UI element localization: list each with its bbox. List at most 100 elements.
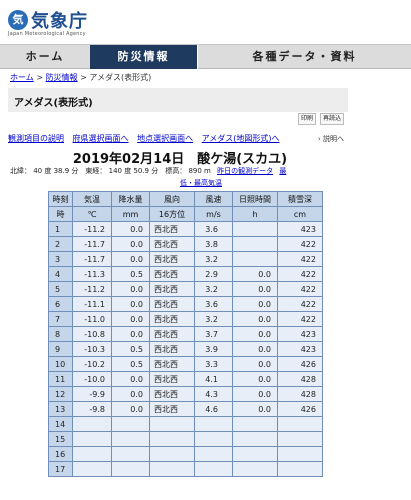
station-coordinates: 北緯： 40 度 38.9 分 東経： 140 度 50.9 分 標高： 890… (10, 167, 211, 175)
cell-temperature: -10.8 (72, 326, 112, 342)
cell-snow-depth: 428 (277, 371, 323, 387)
cell-precipitation: 0.0 (111, 281, 150, 297)
table-unit-row: 時 ℃ mm 16方位 m/s h cm (48, 206, 323, 222)
cell-precipitation: 0.5 (111, 266, 150, 282)
cell-temperature: -10.0 (72, 371, 112, 387)
cell-wind-direction: 西北西 (149, 221, 195, 237)
cell-snow-depth: 422 (277, 236, 323, 252)
nav-bosai[interactable]: 防災情報 (90, 45, 197, 69)
cell-wind-direction: 西北西 (149, 326, 195, 342)
cell-precipitation: 0.5 (111, 341, 150, 357)
station-info: 北緯： 40 度 38.9 分 東経： 140 度 50.9 分 標高： 890… (10, 166, 286, 176)
cell-time: 6 (48, 296, 73, 312)
cell-snow-depth: 423 (277, 326, 323, 342)
cell-temperature: -11.2 (72, 281, 112, 297)
nav-home[interactable]: ホーム (0, 45, 90, 69)
reload-button[interactable]: 再読込 (320, 113, 344, 125)
breadcrumb-separator: > (80, 73, 87, 82)
cell-temperature (72, 416, 112, 432)
unit-time: 時 (48, 206, 73, 222)
cell-wind-speed (194, 431, 233, 447)
cell-precipitation (111, 446, 150, 462)
help-link[interactable]: › 説明へ (318, 134, 344, 144)
cell-wind-speed: 3.6 (194, 221, 233, 237)
cell-precipitation: 0.0 (111, 371, 150, 387)
cell-time: 11 (48, 371, 73, 387)
cell-snow-depth: 426 (277, 401, 323, 417)
link-extreme-temp-a[interactable]: 最 (279, 167, 286, 175)
cell-snow-depth (277, 416, 323, 432)
link-amedas-map[interactable]: アメダス(地図形式)へ (202, 134, 280, 143)
table-row: 10 -10.2 0.5 西北西 3.3 0.0 426 (48, 356, 323, 372)
cell-temperature: -11.1 (72, 296, 112, 312)
cell-wind-direction: 西北西 (149, 236, 195, 252)
cell-wind-direction (149, 446, 195, 462)
cell-time: 17 (48, 461, 73, 477)
cell-wind-speed: 3.7 (194, 326, 233, 342)
table-header-row: 時刻 気温 降水量 風向 風速 日照時間 積雪深 (48, 191, 323, 207)
cell-wind-speed: 3.2 (194, 281, 233, 297)
cell-temperature: -11.7 (72, 236, 112, 252)
cell-wind-speed: 3.3 (194, 356, 233, 372)
cell-wind-speed (194, 416, 233, 432)
help-link-label: 説明へ (323, 135, 345, 143)
table-row: 15 (48, 431, 323, 447)
site-logo-title[interactable]: 気象庁 (31, 7, 88, 33)
site-header: 気 気象庁 Japan Meteorological Agency (0, 0, 411, 44)
cell-wind-direction: 西北西 (149, 401, 195, 417)
station-info-line2: 低・最高気温 (180, 178, 222, 188)
cell-precipitation: 0.0 (111, 326, 150, 342)
table-row: 9 -10.3 0.5 西北西 3.9 0.0 423 (48, 341, 323, 357)
cell-snow-depth: 422 (277, 281, 323, 297)
header-time: 時刻 (48, 191, 73, 207)
nav-data[interactable]: 各種データ・資料 (197, 45, 411, 69)
table-row: 14 (48, 416, 323, 432)
cell-wind-direction: 西北西 (149, 386, 195, 402)
link-station-select[interactable]: 地点選択画面へ (137, 134, 193, 143)
cell-sunshine (232, 446, 278, 462)
header-wind-speed: 風速 (194, 191, 233, 207)
cell-precipitation (111, 431, 150, 447)
cell-temperature: -10.3 (72, 341, 112, 357)
site-logo-subtitle: Japan Meteorological Agency (8, 31, 86, 37)
table-row: 12 -9.9 0.0 西北西 4.3 0.0 428 (48, 386, 323, 402)
table-body: 1 -11.2 0.0 西北西 3.6 423 2 -11.7 0.0 西北西 3.8 422 3 -11… (48, 221, 323, 477)
cell-wind-direction: 西北西 (149, 266, 195, 282)
cell-snow-depth: 423 (277, 221, 323, 237)
cell-wind-speed (194, 461, 233, 477)
cell-temperature (72, 461, 112, 477)
cell-precipitation: 0.0 (111, 251, 150, 267)
cell-wind-direction (149, 416, 195, 432)
link-item-description[interactable]: 観測項目の説明 (8, 134, 64, 143)
cell-time: 16 (48, 446, 73, 462)
table-row: 1 -11.2 0.0 西北西 3.6 423 (48, 221, 323, 237)
cell-wind-speed: 4.6 (194, 401, 233, 417)
cell-wind-direction: 西北西 (149, 341, 195, 357)
breadcrumb-bosai[interactable]: 防災情報 (46, 73, 78, 82)
cell-temperature (72, 431, 112, 447)
unit-snow-depth: cm (277, 206, 323, 222)
cell-time: 2 (48, 236, 73, 252)
table-row: 8 -10.8 0.0 西北西 3.7 0.0 423 (48, 326, 323, 342)
cell-temperature (72, 446, 112, 462)
jma-logo-icon[interactable]: 気 (8, 10, 28, 30)
cell-wind-speed: 4.3 (194, 386, 233, 402)
link-yesterday-data[interactable]: 昨日の観測データ (217, 167, 273, 175)
table-row: 2 -11.7 0.0 西北西 3.8 422 (48, 236, 323, 252)
header-precipitation: 降水量 (111, 191, 150, 207)
cell-time: 3 (48, 251, 73, 267)
cell-time: 15 (48, 431, 73, 447)
cell-snow-depth (277, 431, 323, 447)
print-button[interactable]: 印刷 (298, 113, 316, 125)
link-prefecture-select[interactable]: 府県選択画面へ (73, 134, 129, 143)
cell-sunshine: 0.0 (232, 386, 278, 402)
table-row: 3 -11.7 0.0 西北西 3.2 422 (48, 251, 323, 267)
cell-sunshine: 0.0 (232, 266, 278, 282)
cell-wind-direction (149, 461, 195, 477)
arrow-icon: › (318, 135, 321, 143)
breadcrumb-home[interactable]: ホーム (10, 73, 34, 82)
link-extreme-temp-b[interactable]: 低・最高気温 (180, 179, 222, 187)
amedas-table: 時刻 気温 降水量 風向 風速 日照時間 積雪深 時 ℃ mm 16方位 m/s… (48, 191, 323, 477)
cell-wind-speed: 3.2 (194, 251, 233, 267)
cell-sunshine: 0.0 (232, 401, 278, 417)
